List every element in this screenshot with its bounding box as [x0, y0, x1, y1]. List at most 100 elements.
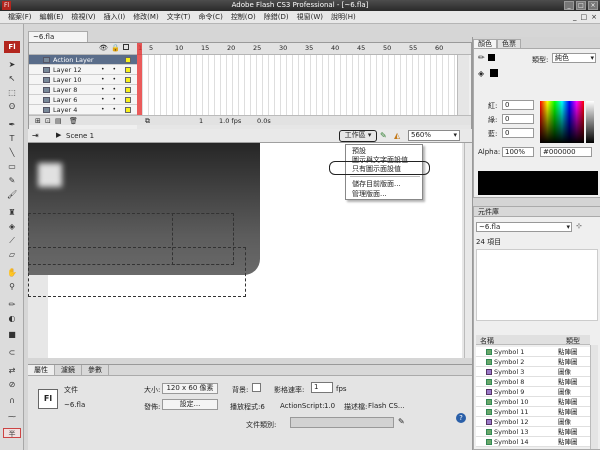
library-item[interactable]: Symbol 8 點陣圖 [476, 377, 590, 387]
tab-properties[interactable]: 屬性 [28, 365, 55, 375]
column-type[interactable]: 類型 [566, 336, 580, 346]
back-arrow-icon[interactable]: ⇥ [32, 131, 39, 140]
line-tool-icon[interactable]: ╲ [7, 148, 17, 158]
rectangle-tool-icon[interactable]: ▭ [7, 162, 17, 172]
red-input[interactable]: 0 [502, 100, 534, 110]
frame-grid[interactable] [137, 55, 457, 115]
frame-rate-input[interactable]: 1 [311, 382, 333, 393]
edit-symbol-icon[interactable]: ✎ [380, 131, 387, 140]
pin-icon[interactable]: ⊹ [576, 222, 582, 230]
playhead[interactable] [137, 43, 142, 115]
doc-restore-button[interactable]: □ [581, 13, 588, 21]
publish-settings-button[interactable]: 設定... [162, 399, 218, 410]
stroke-color-swatch[interactable] [488, 54, 495, 61]
menu-commands[interactable]: 命令(C) [194, 11, 226, 23]
layer-row[interactable]: Layer 8 • • [29, 85, 137, 95]
library-item[interactable]: Symbol 3 圖像 [476, 367, 590, 377]
delete-layer-icon[interactable]: 🗑 [69, 116, 78, 126]
menu-item-save-layout[interactable]: 儲存目前版面... [352, 180, 401, 189]
symbol-bounding-box[interactable] [28, 247, 246, 297]
zoom-select[interactable]: 560% ▾ [408, 130, 460, 141]
library-title[interactable]: 元件庫 [474, 207, 600, 217]
hex-input[interactable]: #000000 [540, 147, 592, 157]
hand-tool-icon[interactable]: ✋ [7, 268, 17, 278]
layer-row[interactable]: Layer 4 • • [29, 105, 137, 115]
maximize-button[interactable]: □ [576, 1, 586, 10]
eraser-tool-icon[interactable]: ▱ [7, 250, 17, 260]
stage-vertical-scrollbar[interactable] [464, 143, 472, 358]
menu-edit[interactable]: 編輯(E) [36, 11, 68, 23]
brush-tool-icon[interactable]: 🖌 [7, 190, 17, 200]
tab-parameters[interactable]: 參數 [82, 365, 109, 375]
fill-color-icon[interactable]: ◈ [478, 69, 484, 78]
fill-color-swatch[interactable] [490, 69, 498, 77]
library-item[interactable]: Symbol 14 點陣圖 [476, 437, 590, 447]
help-icon[interactable]: ? [456, 413, 466, 423]
menu-insert[interactable]: 插入(I) [100, 11, 130, 23]
library-item[interactable]: Symbol 2 點陣圖 [476, 357, 590, 367]
library-item[interactable]: Symbol 13 點陣圖 [476, 427, 590, 437]
workspace-button[interactable]: 工作區 ▾ [339, 130, 377, 142]
library-item[interactable]: Symbol 12 圖像 [476, 417, 590, 427]
library-scrollbar[interactable] [590, 345, 598, 449]
document-class-input[interactable] [290, 417, 394, 428]
no-color-icon[interactable]: ⊘ [7, 380, 17, 390]
layer-row[interactable]: Action Layer [29, 55, 137, 65]
layer-row[interactable]: Layer 12 • • [29, 65, 137, 75]
tab-color[interactable]: 顏色 [473, 39, 497, 48]
library-document-select[interactable]: ~6.fla ▾ [476, 222, 572, 232]
alpha-input[interactable]: 100% [502, 147, 534, 157]
snap-icon[interactable]: ⊂ [7, 348, 17, 358]
stroke-color-icon[interactable]: ✏ [7, 300, 17, 310]
pencil-tool-icon[interactable]: ✎ [7, 176, 17, 186]
eye-icon[interactable]: 👁 [99, 44, 108, 52]
add-folder-icon[interactable]: ▤ [55, 116, 62, 126]
color-type-select[interactable]: 純色 ▾ [552, 53, 596, 63]
lasso-tool-icon[interactable]: ʘ [7, 102, 17, 112]
subselection-tool-icon[interactable]: ↖ [7, 74, 17, 84]
add-layer-icon[interactable]: ⊞ [35, 116, 41, 126]
text-tool-icon[interactable]: T [7, 134, 17, 144]
swap-colors-icon[interactable]: ⇄ [7, 366, 17, 376]
document-tab[interactable]: ~6.fla [28, 31, 88, 42]
menu-item-default[interactable]: 預設 [352, 147, 366, 156]
column-name[interactable]: 名稱 [480, 336, 494, 346]
timeline-vertical-scrollbar[interactable] [457, 55, 469, 115]
menu-window[interactable]: 視窗(W) [293, 11, 327, 23]
menu-help[interactable]: 說明(H) [327, 11, 360, 23]
pen-tool-icon[interactable]: ✒ [7, 120, 17, 130]
tab-swatches[interactable]: 色票 [497, 39, 521, 48]
library-item[interactable]: Symbol 10 點陣圖 [476, 397, 590, 407]
eyedropper-tool-icon[interactable]: ⟋ [7, 236, 17, 246]
scene-label[interactable]: Scene 1 [66, 132, 94, 140]
fill-color-icon[interactable]: ◐ [7, 314, 17, 324]
edit-class-pencil-icon[interactable]: ✎ [398, 417, 405, 426]
minimize-button[interactable]: _ [564, 1, 574, 10]
library-item[interactable]: Symbol 9 圖像 [476, 387, 590, 397]
layer-row[interactable]: Layer 10 • • [29, 75, 137, 85]
green-input[interactable]: 0 [502, 114, 534, 124]
menu-modify[interactable]: 修改(M) [129, 11, 163, 23]
tab-filters[interactable]: 濾鏡 [55, 365, 82, 375]
menu-text[interactable]: 文字(T) [163, 11, 195, 23]
free-transform-tool-icon[interactable]: ⬚ [7, 88, 17, 98]
close-button[interactable]: × [588, 1, 598, 10]
add-guide-icon[interactable]: ⊡ [45, 116, 51, 126]
color-spectrum[interactable] [540, 101, 584, 143]
doc-minimize-button[interactable]: _ [573, 13, 577, 21]
zoom-tool-icon[interactable]: ⚲ [7, 282, 17, 292]
stroke-color-icon[interactable]: ✏ [478, 53, 485, 62]
menu-item-manage-layouts[interactable]: 管理版面... [352, 190, 387, 199]
doc-close-button[interactable]: × [591, 13, 597, 21]
menu-control[interactable]: 控制(O) [227, 11, 260, 23]
ime-indicator[interactable]: 半 [3, 428, 21, 438]
blue-input[interactable]: 0 [502, 128, 534, 138]
outline-icon[interactable] [123, 44, 129, 50]
edit-scene-icon[interactable]: ◭ [394, 131, 400, 140]
menu-file[interactable]: 檔案(F) [4, 11, 36, 23]
background-color-swatch[interactable] [252, 383, 261, 392]
snap-magnet-icon[interactable]: ∩ [7, 396, 17, 406]
selection-tool-icon[interactable]: ➤ [7, 60, 17, 70]
menu-debug[interactable]: 除錯(D) [260, 11, 293, 23]
smooth-icon[interactable]: ⁓ [7, 412, 17, 422]
